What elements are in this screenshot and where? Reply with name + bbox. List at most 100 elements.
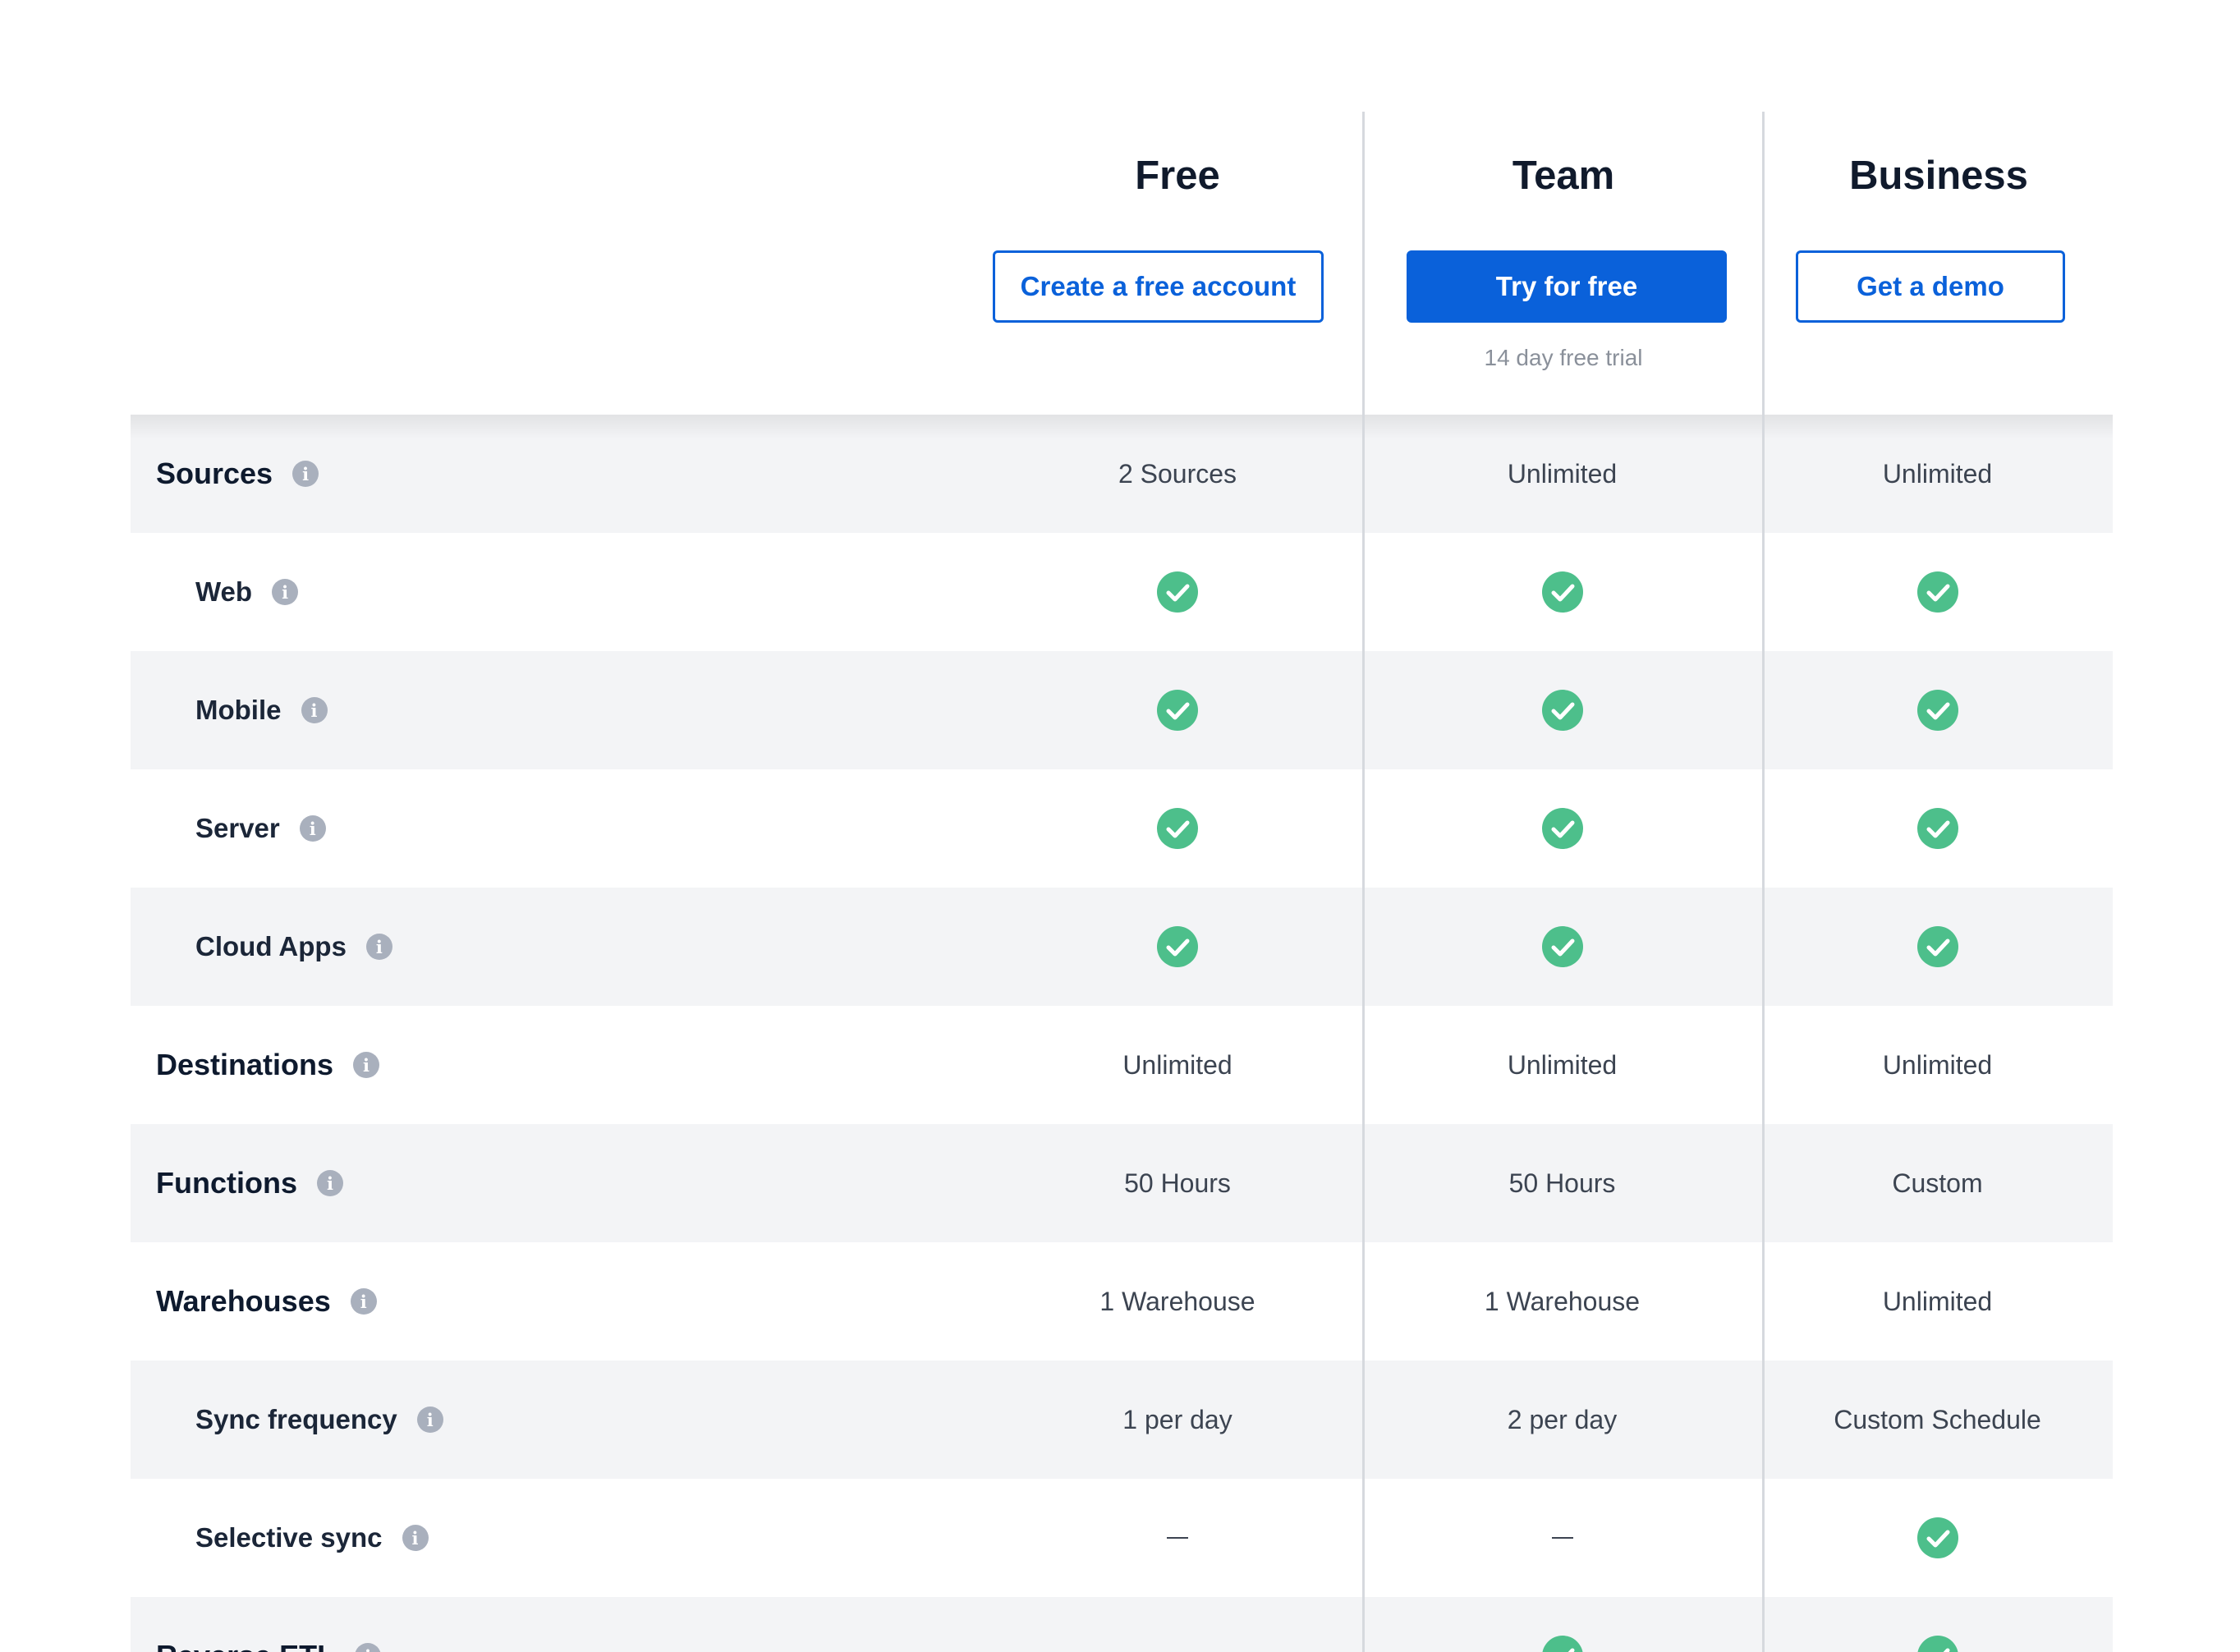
- info-icon[interactable]: i: [402, 1525, 429, 1551]
- plan-value-cell: [1762, 651, 2113, 769]
- plan-value-cell: [993, 888, 1362, 1006]
- feature-label-cell: Warehouses i: [131, 1242, 993, 1361]
- feature-label: Sources: [156, 457, 273, 490]
- feature-row-selective-sync: Selective sync i: [131, 1479, 2113, 1597]
- feature-label-cell: Reverse ETL i: [131, 1597, 993, 1652]
- feature-row-sources: Sources i 2 Sources Unlimited Unlimited: [131, 415, 2113, 533]
- feature-label: Destinations: [156, 1048, 334, 1081]
- plan-value-cell: [1762, 888, 2113, 1006]
- feature-row-functions: Functions i 50 Hours 50 Hours Custom: [131, 1124, 2113, 1242]
- check-circle-icon: [1157, 926, 1198, 967]
- feature-row-cloud-apps: Cloud Apps i: [131, 888, 2113, 1006]
- info-icon[interactable]: i: [353, 1052, 380, 1078]
- plan-value-text: Unlimited: [1882, 1049, 1993, 1080]
- plan-value-text: Unlimited: [1122, 1049, 1232, 1080]
- plan-value-cell: Unlimited: [993, 1006, 1362, 1124]
- info-icon[interactable]: i: [292, 461, 319, 487]
- feature-label: Cloud Apps: [195, 931, 347, 961]
- plan-value-text: 50 Hours: [1124, 1168, 1231, 1198]
- plan-name-business: Business: [1849, 154, 2028, 198]
- plan-value-cell: Unlimited: [1762, 1242, 2113, 1361]
- plan-name-free: Free: [1135, 154, 1220, 198]
- dash-icon: [1167, 1537, 1188, 1539]
- plan-value-cell: 2 Sources: [993, 415, 1362, 533]
- check-circle-icon: [1541, 926, 1583, 967]
- plan-value-cell: Unlimited: [1362, 1006, 1762, 1124]
- plan-value-cell: [1362, 533, 1762, 651]
- plan-value-text: 50 Hours: [1508, 1168, 1616, 1198]
- column-divider: [1762, 112, 1765, 1652]
- info-icon[interactable]: i: [299, 815, 326, 842]
- plan-value-cell: [1362, 888, 1762, 1006]
- plan-value-cell: [993, 1597, 1362, 1652]
- get-a-demo-button[interactable]: Get a demo: [1796, 250, 2065, 323]
- info-icon[interactable]: i: [316, 1170, 343, 1196]
- try-for-free-button[interactable]: Try for free: [1407, 250, 1727, 323]
- plan-comparison-table: Free Create a free account Team Try for …: [131, 0, 2113, 1652]
- feature-row-reverse-etl: Reverse ETL i: [131, 1597, 2113, 1652]
- plan-value-cell: [1762, 533, 2113, 651]
- info-icon[interactable]: i: [350, 1288, 377, 1315]
- feature-label: Reverse ETL: [156, 1639, 335, 1652]
- plan-value-cell: [1362, 769, 1762, 888]
- feature-label-cell: Selective sync i: [131, 1479, 993, 1597]
- plan-value-text: 2 Sources: [1118, 458, 1237, 489]
- plan-value-cell: 50 Hours: [1362, 1124, 1762, 1242]
- feature-label-cell: Sync frequency i: [131, 1361, 993, 1479]
- feature-label-cell: Server i: [131, 769, 993, 888]
- feature-row-sync-frequency: Sync frequency i 1 per day 2 per day Custom …: [131, 1361, 2113, 1479]
- pricing-comparison-page: Free Create a free account Team Try for …: [0, 0, 2240, 1652]
- check-circle-icon: [1542, 1636, 1582, 1652]
- plan-value-cell: [1362, 651, 1762, 769]
- feature-row-mobile: Mobile i: [131, 651, 2113, 769]
- plan-value-text: Unlimited: [1507, 1049, 1618, 1080]
- feature-label-cell: Mobile i: [131, 651, 993, 769]
- plan-value-cell: Custom: [1762, 1124, 2113, 1242]
- plan-value-text: 1 Warehouse: [1099, 1286, 1255, 1316]
- info-icon[interactable]: i: [355, 1643, 382, 1652]
- plan-value-cell: Unlimited: [1762, 1006, 2113, 1124]
- feature-label-cell: Cloud Apps i: [131, 888, 993, 1006]
- plan-value-cell: [1762, 769, 2113, 888]
- plan-value-cell: 50 Hours: [993, 1124, 1362, 1242]
- feature-row-server: Server i: [131, 769, 2113, 888]
- plan-value-text: Unlimited: [1882, 1286, 1993, 1316]
- plan-value-text: Custom: [1892, 1168, 1983, 1198]
- plan-name-team: Team: [1512, 154, 1615, 198]
- feature-label: Warehouses: [156, 1284, 331, 1318]
- feature-row-warehouses: Warehouses i 1 Warehouse 1 Warehouse Unlimit…: [131, 1242, 2113, 1361]
- plan-value-cell: [1762, 1479, 2113, 1597]
- plan-value-cell: [993, 651, 1362, 769]
- feature-label-cell: Sources i: [131, 415, 993, 533]
- plan-value-cell: 2 per day: [1362, 1361, 1762, 1479]
- check-circle-icon: [1916, 690, 1958, 731]
- create-free-account-button[interactable]: Create a free account: [993, 250, 1324, 323]
- feature-label-cell: Functions i: [131, 1124, 993, 1242]
- feature-label-cell: Destinations i: [131, 1006, 993, 1124]
- check-circle-icon: [1916, 1517, 1958, 1558]
- feature-row-web: Web i: [131, 533, 2113, 651]
- check-circle-icon: [1157, 690, 1198, 731]
- feature-label: Functions: [156, 1166, 297, 1200]
- plans-header: Free Create a free account Team Try for …: [131, 0, 2113, 415]
- plan-value-cell: Custom Schedule: [1762, 1361, 2113, 1479]
- check-circle-icon: [1916, 571, 1958, 613]
- info-icon[interactable]: i: [301, 697, 328, 723]
- feature-rows: Sources i 2 Sources Unlimited Unlimited Web i M…: [131, 415, 2113, 1652]
- info-icon[interactable]: i: [272, 579, 299, 605]
- plan-value-cell: [993, 769, 1362, 888]
- info-icon[interactable]: i: [416, 1406, 443, 1433]
- plan-value-cell: [1362, 1597, 1762, 1652]
- feature-label: Server: [195, 813, 280, 843]
- check-circle-icon: [1157, 571, 1198, 613]
- feature-label-cell: Web i: [131, 533, 993, 651]
- info-icon[interactable]: i: [365, 934, 392, 960]
- check-circle-icon: [1541, 808, 1583, 849]
- check-circle-icon: [1541, 690, 1583, 731]
- plan-value-text: 1 per day: [1122, 1404, 1232, 1434]
- plan-value-cell: Unlimited: [1762, 415, 2113, 533]
- check-circle-icon: [1916, 926, 1958, 967]
- plan-value-text: 1 Warehouse: [1484, 1286, 1641, 1316]
- plan-value-text: Unlimited: [1882, 458, 1993, 489]
- dash-icon: [1551, 1537, 1573, 1539]
